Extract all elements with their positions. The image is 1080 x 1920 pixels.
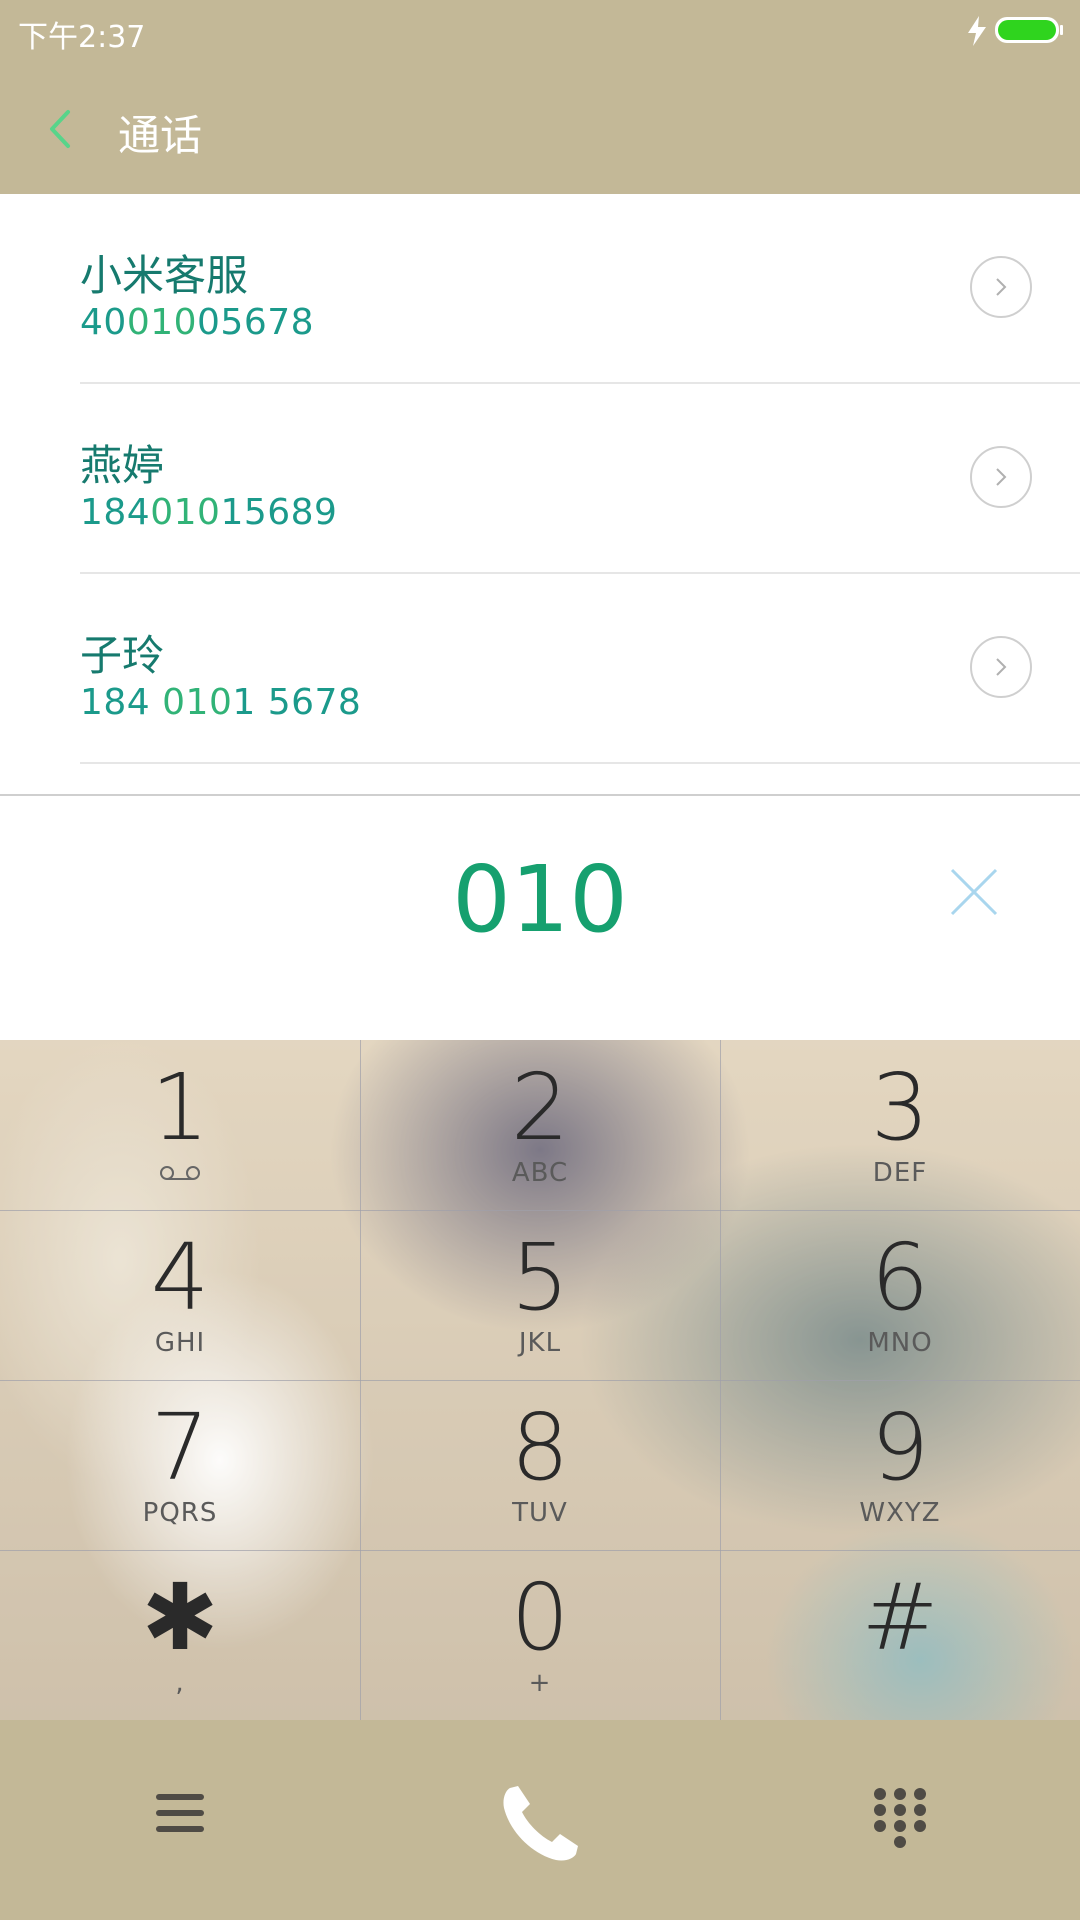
key-5[interactable]: 5 JKL	[360, 1210, 720, 1380]
key-letters: WXYZ	[859, 1498, 941, 1528]
key-3[interactable]: 3 DEF	[720, 1040, 1080, 1210]
chevron-right-icon	[996, 278, 1007, 296]
row-divider	[80, 762, 1080, 764]
key-4[interactable]: 4 GHI	[0, 1210, 360, 1380]
contact-name: 燕婷	[80, 441, 165, 490]
key-digit: 9	[870, 1394, 930, 1501]
key-letters: PQRS	[142, 1498, 218, 1528]
number-part: 40	[80, 302, 127, 343]
key-digit: 8	[510, 1394, 570, 1501]
key-letters: ABC	[511, 1158, 569, 1188]
contact-results-list: 小米客服 4001005678 燕婷 18401015689 子玲 184 01…	[0, 194, 1080, 794]
key-digit: #	[861, 1564, 939, 1671]
dialpad-icon[interactable]	[870, 1786, 930, 1852]
key-digit: 6	[870, 1224, 930, 1331]
contact-row[interactable]: 子玲 184 0101 5678	[0, 574, 1080, 764]
key-letters: MNO	[867, 1328, 933, 1358]
number-part: 15689	[220, 492, 338, 533]
number-match: 010	[162, 682, 233, 723]
key-digit: 1	[150, 1054, 210, 1161]
key-digit: ✱	[141, 1564, 219, 1671]
key-hash[interactable]: #	[720, 1550, 1080, 1720]
key-digit: 7	[150, 1394, 210, 1501]
key-digit: 3	[870, 1054, 930, 1161]
key-digit: 4	[150, 1224, 210, 1331]
key-6[interactable]: 6 MNO	[720, 1210, 1080, 1380]
key-digit: 5	[510, 1224, 570, 1331]
chevron-right-icon	[996, 468, 1007, 486]
battery-icon	[995, 17, 1063, 43]
key-digit: 0	[510, 1564, 570, 1671]
key-letters: GHI	[154, 1328, 206, 1358]
charging-bolt-icon	[968, 16, 986, 46]
status-time: 下午2:37	[18, 20, 146, 55]
contact-detail-button[interactable]	[970, 636, 1032, 698]
number-part: 184	[80, 682, 163, 723]
key-0[interactable]: 0 +	[360, 1550, 720, 1720]
contact-name: 小米客服	[80, 251, 249, 300]
dial-input-area: 010	[0, 796, 1080, 1040]
contact-row[interactable]: 燕婷 18401015689	[0, 384, 1080, 574]
key-letters: DEF	[872, 1158, 928, 1188]
menu-icon[interactable]	[156, 1792, 204, 1834]
status-bar: 下午2:37	[0, 0, 1080, 64]
key-letters: ,	[175, 1668, 185, 1698]
key-9[interactable]: 9 WXYZ	[720, 1380, 1080, 1550]
voicemail-icon	[160, 1166, 200, 1180]
title-bar: 通话	[0, 64, 1080, 194]
bottom-action-bar	[0, 1720, 1080, 1920]
phone-icon[interactable]	[496, 1780, 584, 1868]
dialpad: 1 2 ABC 3 DEF 4 GHI 5 JKL 6 MNO 7 PQRS 8…	[0, 1040, 1080, 1720]
back-icon[interactable]	[40, 104, 86, 154]
key-letters: +	[528, 1668, 552, 1698]
number-part: 184	[80, 492, 151, 533]
contact-name: 子玲	[80, 631, 165, 680]
key-8[interactable]: 8 TUV	[360, 1380, 720, 1550]
contact-detail-button[interactable]	[970, 256, 1032, 318]
key-1[interactable]: 1	[0, 1040, 360, 1210]
contact-number: 18401015689	[80, 492, 337, 533]
key-letters: TUV	[512, 1498, 568, 1528]
key-star[interactable]: ✱ ,	[0, 1550, 360, 1720]
contact-number: 4001005678	[80, 302, 314, 343]
contact-row[interactable]: 小米客服 4001005678	[0, 194, 1080, 384]
chevron-right-icon	[996, 658, 1007, 676]
page-title: 通话	[118, 111, 203, 160]
key-digit: 2	[510, 1054, 570, 1161]
contact-detail-button[interactable]	[970, 446, 1032, 508]
number-part: 1 5678	[232, 682, 362, 723]
close-icon[interactable]	[948, 866, 1000, 918]
dialer-screen: 下午2:37 通话 小米客服 4001005678 燕婷 18401015689…	[0, 0, 1080, 1920]
number-match: 010	[126, 302, 198, 343]
number-match: 010	[150, 492, 221, 533]
key-7[interactable]: 7 PQRS	[0, 1380, 360, 1550]
key-letters: JKL	[518, 1328, 562, 1358]
contact-number: 184 0101 5678	[80, 682, 361, 723]
key-2[interactable]: 2 ABC	[360, 1040, 720, 1210]
dialed-number[interactable]: 010	[0, 846, 1080, 953]
number-part: 05678	[197, 302, 315, 343]
